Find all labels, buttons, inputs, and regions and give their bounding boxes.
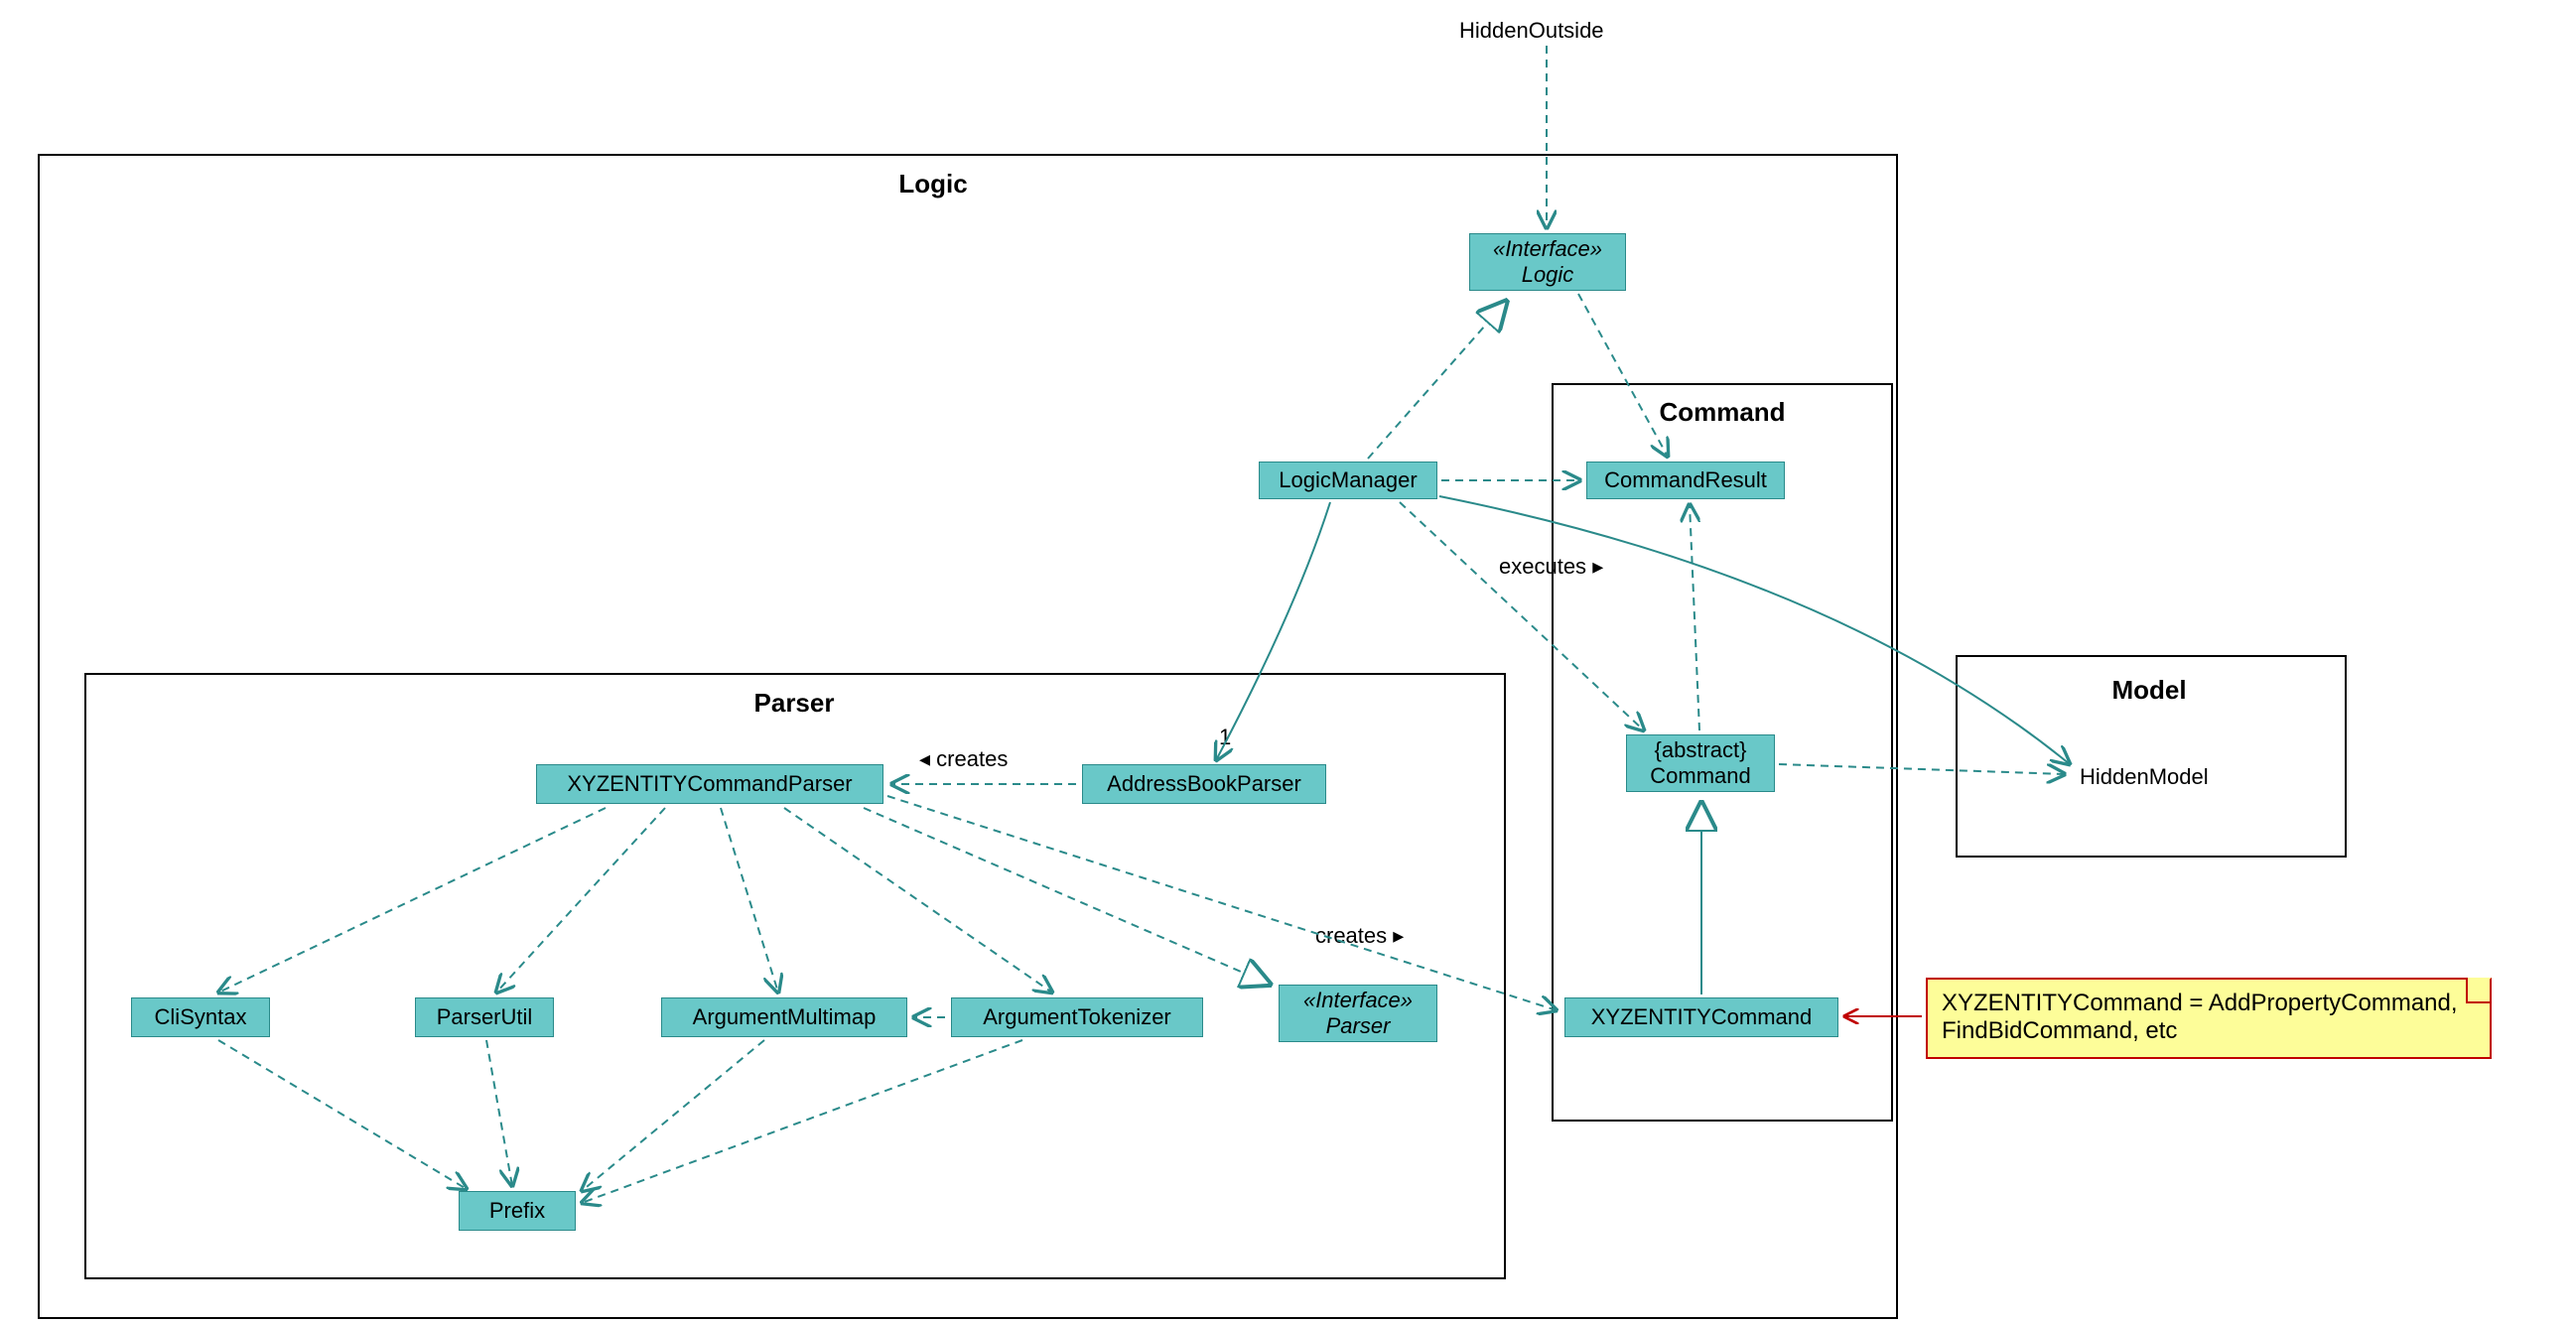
label-creates-1: ◂ creates: [919, 746, 1008, 772]
note-xyz-entity-command: XYZENTITYCommand = AddPropertyCommand, F…: [1926, 978, 2492, 1059]
node-logic-interface-name: Logic: [1522, 262, 1574, 288]
node-address-book-parser-label: AddressBookParser: [1107, 771, 1301, 797]
node-parser-util-label: ParserUtil: [437, 1004, 533, 1030]
node-argument-tokenizer-label: ArgumentTokenizer: [983, 1004, 1171, 1030]
node-command-result: CommandResult: [1586, 462, 1785, 499]
node-parser-util: ParserUtil: [415, 997, 554, 1037]
triangle-right-icon-2: ▸: [1592, 554, 1603, 579]
package-command-title: Command: [1653, 397, 1792, 428]
hidden-outside-label: HiddenOutside: [1459, 18, 1604, 44]
triangle-right-icon: ▸: [1393, 923, 1404, 948]
node-cli-syntax: CliSyntax: [131, 997, 270, 1037]
node-argument-multimap-label: ArgumentMultimap: [693, 1004, 877, 1030]
hidden-model-label: HiddenModel: [2080, 764, 2209, 790]
node-argument-tokenizer: ArgumentTokenizer: [951, 997, 1203, 1037]
node-abstract-command: {abstract} Command: [1626, 734, 1775, 792]
note-text: XYZENTITYCommand = AddPropertyCommand, F…: [1942, 990, 2458, 1044]
label-executes: executes ▸: [1499, 554, 1603, 580]
node-parser-interface-stereo: «Interface»: [1303, 988, 1413, 1013]
triangle-left-icon: ◂: [919, 746, 930, 771]
label-creates-2-text: creates: [1315, 923, 1387, 948]
node-xyz-entity-command-parser-label: XYZENTITYCommandParser: [567, 771, 852, 797]
node-argument-multimap: ArgumentMultimap: [661, 997, 907, 1037]
node-parser-interface-name: Parser: [1326, 1013, 1391, 1039]
label-creates-2: creates ▸: [1315, 923, 1404, 949]
node-parser-interface: «Interface» Parser: [1279, 985, 1437, 1042]
node-command-result-label: CommandResult: [1604, 467, 1767, 493]
node-logic-manager-label: LogicManager: [1279, 467, 1417, 493]
package-logic-title: Logic: [864, 169, 1003, 199]
label-executes-text: executes: [1499, 554, 1586, 579]
node-xyz-entity-command-label: XYZENTITYCommand: [1591, 1004, 1813, 1030]
node-xyz-entity-command: XYZENTITYCommand: [1564, 997, 1838, 1037]
node-abstract-command-name: Command: [1650, 763, 1750, 789]
node-prefix-label: Prefix: [489, 1198, 545, 1224]
label-one: 1: [1219, 725, 1231, 750]
node-logic-manager: LogicManager: [1259, 462, 1437, 499]
node-abstract-command-stereo: {abstract}: [1655, 737, 1747, 763]
node-logic-interface: «Interface» Logic: [1469, 233, 1626, 291]
node-address-book-parser: AddressBookParser: [1082, 764, 1326, 804]
node-xyz-entity-command-parser: XYZENTITYCommandParser: [536, 764, 883, 804]
node-logic-interface-stereo: «Interface»: [1493, 236, 1602, 262]
node-cli-syntax-label: CliSyntax: [155, 1004, 247, 1030]
node-prefix: Prefix: [459, 1191, 576, 1231]
label-creates-1-text: creates: [936, 746, 1008, 771]
package-model-title: Model: [2080, 675, 2219, 706]
package-parser-title: Parser: [725, 688, 864, 719]
